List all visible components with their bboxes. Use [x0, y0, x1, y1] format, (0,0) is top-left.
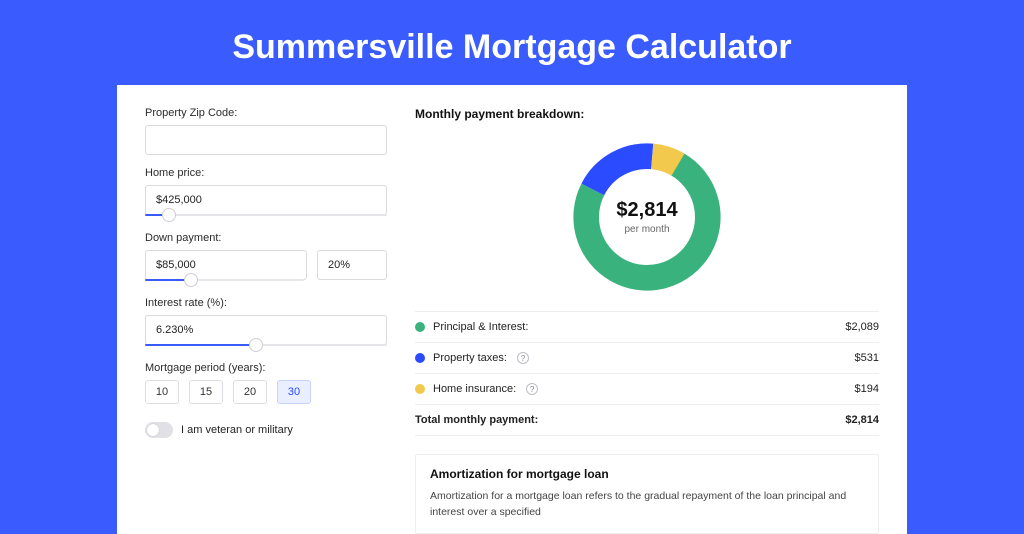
zip-group: Property Zip Code: [145, 107, 387, 155]
legend: Principal & Interest: $2,089 Property ta… [415, 311, 879, 436]
price-slider[interactable] [145, 214, 387, 216]
legend-value: $2,089 [845, 321, 879, 333]
rate-slider-thumb[interactable] [249, 338, 263, 352]
period-30-button[interactable]: 30 [277, 380, 311, 404]
legend-label: Home insurance: [433, 383, 516, 395]
legend-label: Property taxes: [433, 352, 507, 364]
calculator-card: Property Zip Code: Home price: Down paym… [117, 85, 907, 534]
zip-label: Property Zip Code: [145, 107, 387, 119]
donut-subtext: per month [624, 224, 669, 235]
page-title: Summersville Mortgage Calculator [232, 28, 791, 67]
amortization-text: Amortization for a mortgage loan refers … [430, 489, 864, 521]
zip-input[interactable] [145, 125, 387, 155]
down-amount-input[interactable] [145, 250, 307, 280]
legend-row-principal: Principal & Interest: $2,089 [415, 312, 879, 343]
down-group: Down payment: [145, 232, 387, 281]
legend-value: $531 [855, 352, 879, 364]
period-label: Mortgage period (years): [145, 362, 387, 374]
rate-group: Interest rate (%): [145, 297, 387, 346]
legend-row-insurance: Home insurance: ? $194 [415, 374, 879, 405]
down-percent-input[interactable] [317, 250, 387, 280]
period-options: 10 15 20 30 [145, 380, 387, 404]
veteran-toggle[interactable] [145, 422, 173, 438]
price-input[interactable] [145, 185, 387, 215]
breakdown-header: Monthly payment breakdown: [415, 107, 879, 121]
veteran-row: I am veteran or military [145, 422, 387, 438]
rate-label: Interest rate (%): [145, 297, 387, 309]
price-slider-thumb[interactable] [162, 208, 176, 222]
rate-input[interactable] [145, 315, 387, 345]
dot-icon [415, 322, 425, 332]
period-20-button[interactable]: 20 [233, 380, 267, 404]
dot-icon [415, 384, 425, 394]
dot-icon [415, 353, 425, 363]
inputs-column: Property Zip Code: Home price: Down paym… [145, 107, 387, 534]
period-group: Mortgage period (years): 10 15 20 30 [145, 362, 387, 404]
info-icon[interactable]: ? [526, 383, 538, 395]
down-label: Down payment: [145, 232, 387, 244]
legend-total-value: $2,814 [845, 414, 879, 426]
legend-row-total: Total monthly payment: $2,814 [415, 405, 879, 436]
veteran-label: I am veteran or military [181, 424, 293, 436]
rate-slider[interactable] [145, 344, 387, 346]
period-15-button[interactable]: 15 [189, 380, 223, 404]
donut-chart: $2,814 per month [415, 129, 879, 311]
summary-column: Monthly payment breakdown: $2,814 per mo… [415, 107, 879, 534]
price-label: Home price: [145, 167, 387, 179]
legend-value: $194 [855, 383, 879, 395]
legend-label: Principal & Interest: [433, 321, 528, 333]
down-slider-thumb[interactable] [184, 273, 198, 287]
price-group: Home price: [145, 167, 387, 216]
legend-total-label: Total monthly payment: [415, 414, 538, 426]
legend-row-taxes: Property taxes: ? $531 [415, 343, 879, 374]
down-slider[interactable] [145, 279, 304, 281]
donut-amount: $2,814 [616, 199, 677, 222]
period-10-button[interactable]: 10 [145, 380, 179, 404]
info-icon[interactable]: ? [517, 352, 529, 364]
amortization-section: Amortization for mortgage loan Amortizat… [415, 454, 879, 534]
amortization-header: Amortization for mortgage loan [430, 467, 864, 481]
